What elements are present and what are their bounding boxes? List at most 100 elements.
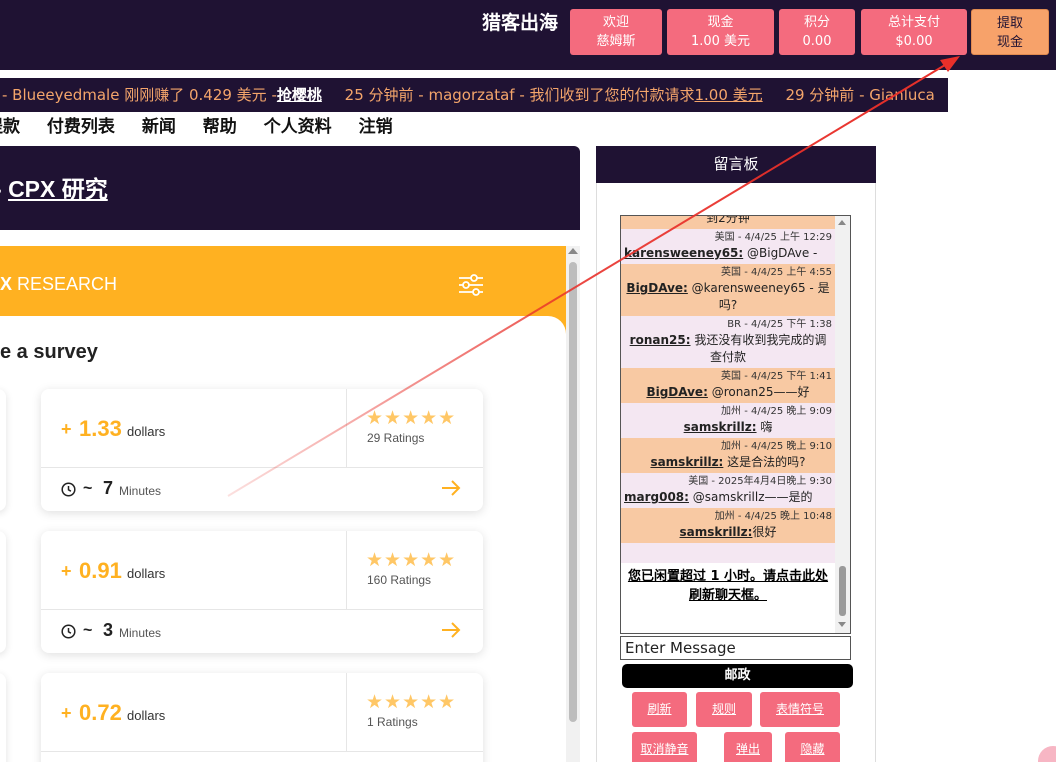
post-button[interactable]: 邮政 <box>622 664 853 688</box>
withdraw-cash-button[interactable]: 提取 现金 <box>971 9 1049 55</box>
survey-card-partial[interactable] <box>0 673 6 762</box>
card-divider <box>346 389 347 467</box>
message-user[interactable]: samskrillz: <box>684 420 757 434</box>
rules-button[interactable]: 规则 <box>696 692 752 727</box>
approx-sign: ~ <box>83 480 93 497</box>
ratings-count: 29 Ratings <box>367 431 425 445</box>
survey-card-partial[interactable] <box>0 389 6 511</box>
clock-icon <box>61 482 76 497</box>
scroll-down-icon[interactable] <box>838 622 846 627</box>
chat-message: BR - 4/4/25 下午 1:38 ronan25: 我还没有收到我完成的调… <box>621 316 835 368</box>
ratings-count: 160 Ratings <box>367 573 432 587</box>
message-meta: BR - 4/4/25 下午 1:38 <box>727 319 832 330</box>
message-input[interactable] <box>620 636 851 660</box>
points-label: 积分 <box>803 15 830 30</box>
message-text: 到2分钟 <box>706 215 750 225</box>
message-user[interactable]: karensweeney65: <box>624 246 743 260</box>
total-paid-value: $0.00 <box>895 34 933 49</box>
reward-unit: dollars <box>127 424 166 439</box>
nav-logout[interactable]: 注销 <box>359 113 393 141</box>
survey-duration: 7 <box>103 478 114 498</box>
cash-button[interactable]: 现金 1.00 美元 <box>667 9 774 55</box>
rating-stars-icon: ★★★★★ <box>366 549 457 571</box>
floating-help-icon[interactable] <box>1038 746 1056 762</box>
idle-refresh-link[interactable]: 您已闲置超过 1 小时。请点击此处刷新聊天框。 <box>621 563 835 607</box>
survey-card-partial[interactable] <box>0 531 6 653</box>
message-meta: 英国 - 4/4/25 下午 1:41 <box>721 371 832 382</box>
unmute-button[interactable]: 取消静音 <box>632 732 697 762</box>
message-user[interactable]: samskrillz: <box>680 525 753 539</box>
survey-panel-title: ‑ CPX 研究 <box>0 170 108 204</box>
message-meta: 加州 - 4/4/25 晚上 10:48 <box>714 511 832 522</box>
reward-unit: dollars <box>127 708 166 723</box>
message-meta: 英国 - 4/4/25 上午 4:55 <box>721 267 832 278</box>
message-text: @karensweeney65 - 是吗? <box>687 281 830 312</box>
reward-unit: dollars <box>127 566 166 581</box>
total-paid-button[interactable]: 总计支付 $0.00 <box>861 9 967 55</box>
withdraw-label-2: 现金 <box>996 35 1023 50</box>
filter-icon[interactable] <box>458 274 484 296</box>
message-user[interactable]: ronan25: <box>630 333 691 347</box>
clock-icon <box>61 624 76 639</box>
approx-sign: ~ <box>83 622 93 639</box>
survey-card[interactable]: + 1.33 dollars ★★★★★ 29 Ratings ~ 7 Minu… <box>41 389 483 511</box>
nav-withdraw[interactable]: 提款 <box>0 113 20 141</box>
emoticons-button[interactable]: 表情符号 <box>760 692 840 727</box>
arrow-right-icon[interactable] <box>441 621 461 639</box>
nav-payment-list[interactable]: 付费列表 <box>47 113 115 141</box>
ticker-link[interactable]: 抢樱桃 <box>277 86 322 104</box>
message-user[interactable]: BigDAve: <box>646 385 707 399</box>
card-divider <box>41 467 483 468</box>
chat-message: 美国 - 2025年4月4日晚上 9:30 marg008: @samskril… <box>621 473 835 508</box>
page: 猎客出海 欢迎 慈姆斯 现金 1.00 美元 积分 0.00 总计支付 $0.0… <box>0 0 1056 762</box>
survey-scrollbar-thumb[interactable] <box>569 262 577 722</box>
message-text: @ronan25——好 <box>707 385 810 399</box>
rating-stars-icon: ★★★★★ <box>366 691 457 713</box>
points-button[interactable]: 积分 0.00 <box>779 9 855 55</box>
chat-scrollbar-thumb[interactable] <box>839 566 846 616</box>
survey-reward: 1.33 <box>79 416 122 441</box>
ratings-count: 1 Ratings <box>367 715 418 729</box>
refresh-button[interactable]: 刷新 <box>632 692 687 727</box>
message-meta: 美国 - 4/4/25 上午 12:29 <box>714 232 832 243</box>
chat-message: 英国 - 4/4/25 上午 4:55 BigDAve: @karensween… <box>621 264 835 316</box>
card-divider <box>346 531 347 609</box>
message-user[interactable]: BigDAve: <box>626 281 687 295</box>
withdraw-label: 提取 <box>996 16 1023 31</box>
earnings-ticker: - Blueeyedmale 刚刚赚了 0.429 美元 -抢樱桃 25 分钟前… <box>0 78 948 112</box>
take-survey-heading: e a survey <box>0 341 98 363</box>
cpx-brand: X RESEARCH <box>0 274 117 295</box>
welcome-label: 欢迎 <box>602 15 629 30</box>
ticker-item-3: 29 分钟前 - Gianluca <box>785 86 935 104</box>
chat-message: 英国 - 4/4/25 下午 1:41 BigDAve: @ronan25——好 <box>621 368 835 403</box>
survey-card[interactable]: + 0.91 dollars ★★★★★ 160 Ratings ~ 3 Min… <box>41 531 483 653</box>
plus-icon: + <box>61 419 72 439</box>
message-user[interactable]: samskrillz: <box>650 455 723 469</box>
popout-button[interactable]: 弹出 <box>724 732 772 762</box>
points-value: 0.00 <box>802 34 832 49</box>
message-text: @BigDAve - <box>743 246 818 260</box>
survey-card[interactable]: + 0.72 dollars ★★★★★ 1 Ratings <box>41 673 483 762</box>
arrow-right-icon[interactable] <box>441 479 461 497</box>
chat-message-fragment: 到2分钟 <box>621 215 835 229</box>
chat-message: 加州 - 4/4/25 晚上 10:48 samskrillz:很好 <box>621 508 835 543</box>
welcome-button[interactable]: 欢迎 慈姆斯 <box>570 9 662 55</box>
chat-message: 美国 - 4/4/25 上午 12:29 karensweeney65: @Bi… <box>621 229 835 264</box>
message-text: 这是合法的吗? <box>723 455 806 469</box>
scroll-up-icon[interactable] <box>568 248 578 254</box>
cpx-research-link[interactable]: CPX 研究 <box>8 176 108 202</box>
scroll-up-icon[interactable] <box>838 220 846 225</box>
ticker-amount[interactable]: 1.00 美元 <box>695 86 763 104</box>
chat-messages[interactable]: 到2分钟 美国 - 4/4/25 上午 12:29 karensweeney65… <box>620 215 851 634</box>
rating-stars-icon: ★★★★★ <box>366 407 457 429</box>
nav-help[interactable]: 帮助 <box>203 113 237 141</box>
hide-button[interactable]: 隐藏 <box>785 732 840 762</box>
survey-reward: 0.91 <box>79 558 122 583</box>
nav-profile[interactable]: 个人资料 <box>264 113 332 141</box>
nav-news[interactable]: 新闻 <box>142 113 176 141</box>
message-text: @samskrillz——是的 <box>688 490 813 504</box>
message-user[interactable]: marg008: <box>624 490 689 504</box>
card-divider <box>346 673 347 751</box>
card-divider <box>41 751 483 752</box>
site-title: 猎客出海 <box>482 12 559 34</box>
